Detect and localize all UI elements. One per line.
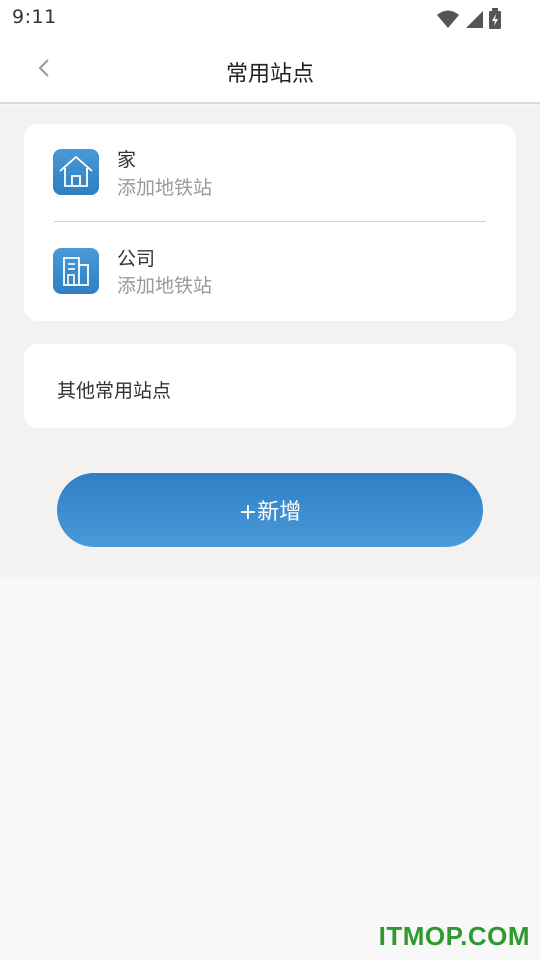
favorite-stations-card: 家 添加地铁站 公司 添加地铁站 [24,124,516,321]
other-stations-label: 其他常用站点 [57,380,172,402]
watermark-logo: ITMOP.COM [378,921,530,951]
content-area: 家 添加地铁站 公司 添加地铁站 其他常用站点 +新增 [0,105,540,577]
add-station-button[interactable]: +新增 [57,473,483,547]
station-subtitle-home: 添加地铁站 [117,177,213,199]
status-time: 9:11 [12,6,57,28]
signal-icon [464,9,484,33]
station-row-company[interactable]: 公司 添加地铁站 [24,222,516,320]
page-title: 常用站点 [225,62,314,87]
header-bar: 常用站点 [0,36,540,104]
station-subtitle-company: 添加地铁站 [117,275,213,297]
station-title-company: 公司 [117,248,156,270]
station-row-home[interactable]: 家 添加地铁站 [24,124,516,222]
station-title-home: 家 [117,149,137,171]
building-icon [53,248,99,294]
wifi-icon [436,9,460,33]
other-stations-card[interactable]: 其他常用站点 [24,344,516,428]
house-icon [53,149,99,195]
status-bar: 9:11 [0,0,540,36]
status-icons [436,8,502,34]
battery-charging-icon [488,8,502,34]
